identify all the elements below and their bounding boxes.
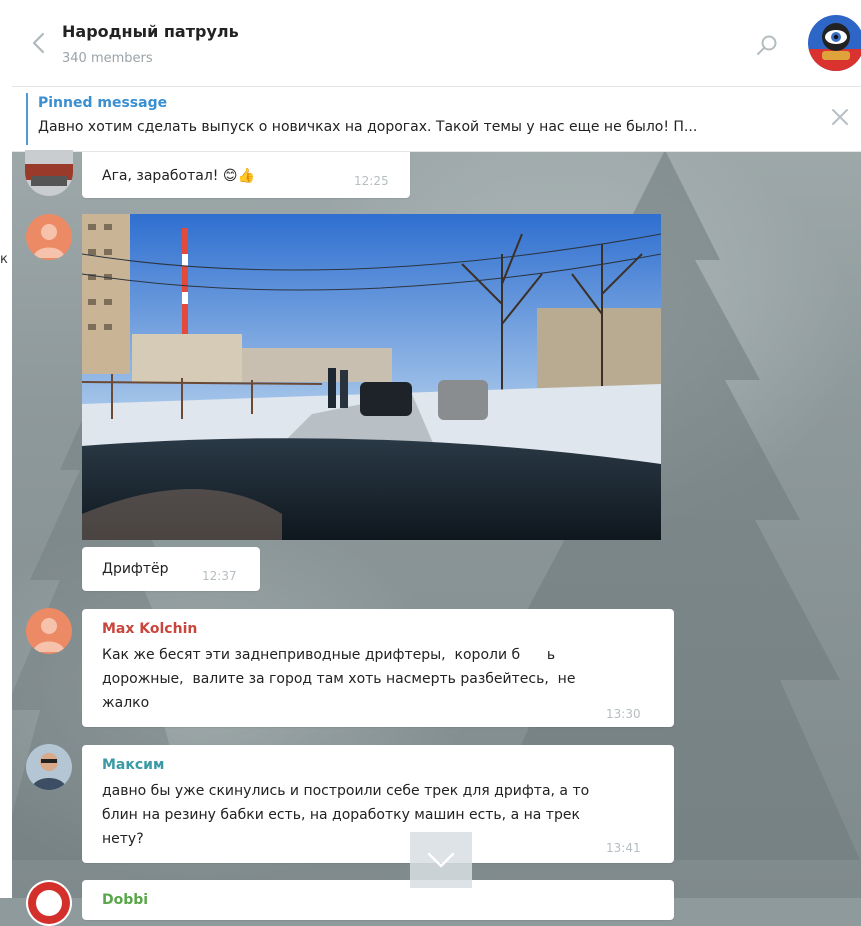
message-bubble[interactable]: Max Kolchin Как же бесят эти заднепривод… (82, 609, 674, 727)
message-text: Ага, заработал! 😊👍 (102, 168, 255, 184)
member-count: 340 members (62, 51, 153, 66)
message-photo[interactable] (82, 214, 661, 540)
search-icon[interactable] (756, 34, 778, 56)
avatar[interactable] (26, 608, 72, 654)
message-bubble[interactable]: Ага, заработал! 😊👍 12:25 (82, 152, 410, 198)
message-time: 13:41 (606, 841, 641, 855)
pinned-text: Давно хотим сделать выпуск о новичках на… (38, 119, 698, 135)
message-time: 13:30 (606, 707, 641, 721)
message-text: Дрифтёр (102, 561, 169, 577)
avatar[interactable] (26, 744, 72, 790)
edge-fragment: к (0, 252, 8, 267)
scroll-down-button[interactable] (410, 832, 472, 888)
pinned-label: Pinned message (38, 95, 168, 111)
window-edge (0, 0, 12, 898)
message-time: 12:25 (354, 174, 389, 188)
message-bubble[interactable]: Максим давно бы уже скинулись и построил… (82, 745, 674, 863)
close-icon[interactable] (830, 107, 850, 127)
chat-title[interactable]: Народный патруль (62, 22, 239, 41)
message-line: жалко (102, 695, 150, 711)
message-line: давно бы уже скинулись и построили себе … (102, 783, 590, 799)
pinned-message[interactable]: Pinned message Давно хотим сделать выпус… (12, 87, 861, 152)
message-bubble[interactable]: Дрифтёр 12:37 (82, 547, 260, 591)
sender-name[interactable]: Max Kolchin (102, 621, 197, 637)
message-bubble[interactable]: Dobbi (82, 880, 674, 920)
sender-name[interactable]: Dobbi (102, 892, 148, 908)
avatar[interactable] (25, 150, 73, 196)
pinned-accent-bar (26, 93, 28, 145)
channel-avatar[interactable] (808, 15, 861, 71)
avatar[interactable] (26, 214, 72, 260)
avatar[interactable] (26, 880, 72, 926)
message-line: Как же бесят эти заднеприводные дрифтеры… (102, 647, 556, 663)
message-line: блин на резину бабки есть, на доработку … (102, 807, 580, 823)
back-arrow-icon[interactable] (28, 30, 50, 56)
chat-header: Народный патруль 340 members (12, 0, 861, 87)
message-time: 12:37 (202, 569, 237, 583)
message-line: нету? (102, 831, 144, 847)
sender-name[interactable]: Максим (102, 757, 164, 773)
chevron-down-icon (427, 852, 455, 868)
message-line: дорожные, валите за город там хоть насме… (102, 671, 576, 687)
